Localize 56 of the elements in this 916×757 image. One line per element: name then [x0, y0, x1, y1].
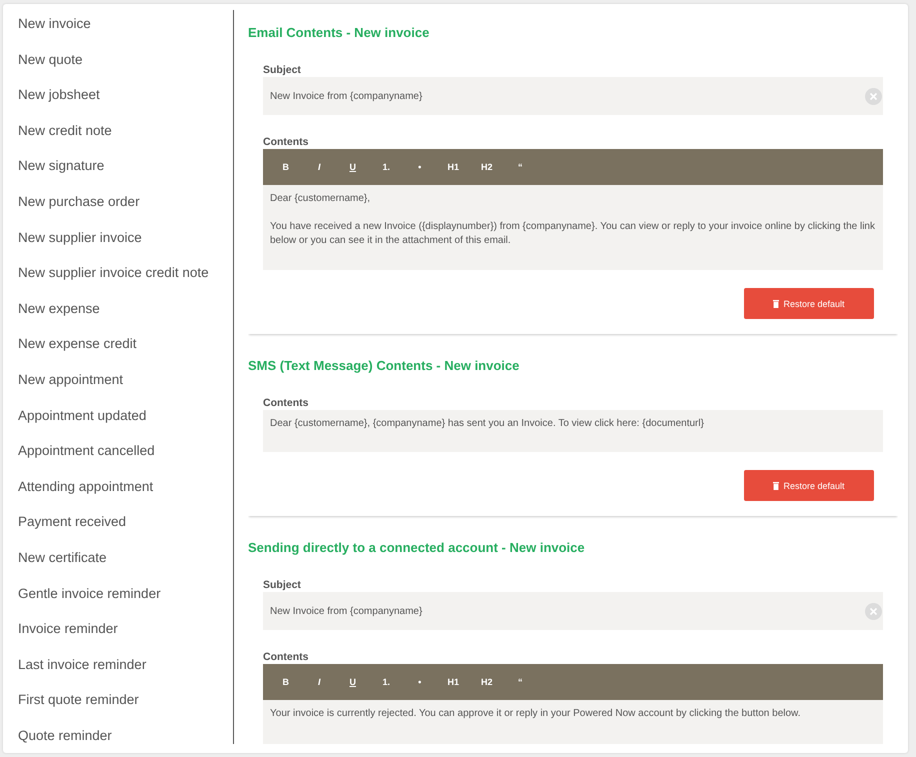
- format-button[interactable]: H2: [470, 162, 504, 172]
- contents-field[interactable]: Dear {customername}, {companyname} has sent you an Invoice. To view click here: {documenturl}: [263, 410, 883, 452]
- field-label: Contents: [263, 396, 310, 410]
- section-title: Email Contents - New invoice: [248, 24, 430, 42]
- sidebar-item[interactable]: New jobsheet: [3, 77, 233, 113]
- sidebar-item[interactable]: New invoice: [3, 6, 233, 42]
- sidebar-item[interactable]: Attending appointment: [3, 468, 233, 504]
- format-button[interactable]: •: [403, 677, 436, 687]
- clear-icon[interactable]: [865, 88, 882, 104]
- format-button[interactable]: B: [269, 162, 302, 172]
- trash-icon: [773, 482, 780, 490]
- sidebar-item[interactable]: New quote: [3, 42, 233, 78]
- sidebar-item[interactable]: Quote reminder: [3, 718, 233, 753]
- field-label: Contents: [263, 650, 310, 664]
- trash-icon: [773, 300, 780, 308]
- subject-field[interactable]: New Invoice from {companyname}: [263, 592, 883, 630]
- format-button[interactable]: H1: [436, 162, 470, 172]
- format-button[interactable]: I: [302, 162, 336, 172]
- field-label: Contents: [263, 135, 310, 149]
- format-button[interactable]: “: [504, 162, 537, 172]
- sidebar-item[interactable]: New certificate: [3, 540, 233, 576]
- field-label: Subject: [263, 63, 302, 77]
- format-button[interactable]: B: [269, 677, 302, 687]
- clear-icon[interactable]: [865, 602, 882, 620]
- sidebar-item[interactable]: Gentle invoice reminder: [3, 576, 233, 612]
- sidebar-item[interactable]: New supplier invoice credit note: [3, 255, 233, 291]
- sidebar-item[interactable]: Invoice reminder: [3, 611, 233, 647]
- format-button[interactable]: 1.: [370, 677, 403, 687]
- sidebar-item[interactable]: Appointment updated: [3, 398, 233, 434]
- format-button[interactable]: H2: [470, 677, 504, 687]
- sidebar-item[interactable]: Payment received: [3, 504, 233, 540]
- restore-default-button[interactable]: Restore default: [744, 288, 874, 319]
- format-button[interactable]: H1: [436, 677, 470, 687]
- sidebar-item[interactable]: Appointment cancelled: [3, 433, 233, 469]
- format-button[interactable]: •: [403, 162, 436, 172]
- sidebar-item[interactable]: Last invoice reminder: [3, 646, 233, 682]
- format-button[interactable]: U: [336, 162, 370, 172]
- sidebar-item[interactable]: First quote reminder: [3, 682, 233, 718]
- contents-field[interactable]: Dear {customername}, You have received a new Invoice ({displaynumber}) from {companyname}. You can view or reply to your invoice online by clicking the link below or you can see it in the attachment of this email.: [263, 185, 883, 270]
- format-button[interactable]: U: [336, 677, 370, 687]
- sidebar-item[interactable]: New credit note: [3, 112, 233, 148]
- format-button[interactable]: 1.: [370, 162, 403, 172]
- section-title: SMS (Text Message) Contents - New invoice: [248, 357, 520, 375]
- format-button[interactable]: I: [302, 677, 336, 687]
- restore-default-button[interactable]: Restore default: [744, 470, 874, 501]
- contents-field[interactable]: Your invoice is currently rejected. You can approve it or reply in your Powered Now account by clicking the button below.: [263, 700, 883, 744]
- sidebar-item[interactable]: New supplier invoice: [3, 220, 233, 256]
- format-button[interactable]: “: [504, 677, 537, 687]
- subject-field[interactable]: New Invoice from {companyname}: [263, 77, 883, 115]
- section-title: Sending directly to a connected account - New invoice: [248, 539, 586, 557]
- field-label: Subject: [263, 578, 302, 592]
- sidebar-item[interactable]: New expense: [3, 290, 233, 326]
- sidebar-item[interactable]: New expense credit: [3, 326, 233, 362]
- sidebar-item[interactable]: New purchase order: [3, 184, 233, 220]
- sidebar-item[interactable]: New appointment: [3, 362, 233, 398]
- sidebar-item[interactable]: New signature: [3, 148, 233, 184]
